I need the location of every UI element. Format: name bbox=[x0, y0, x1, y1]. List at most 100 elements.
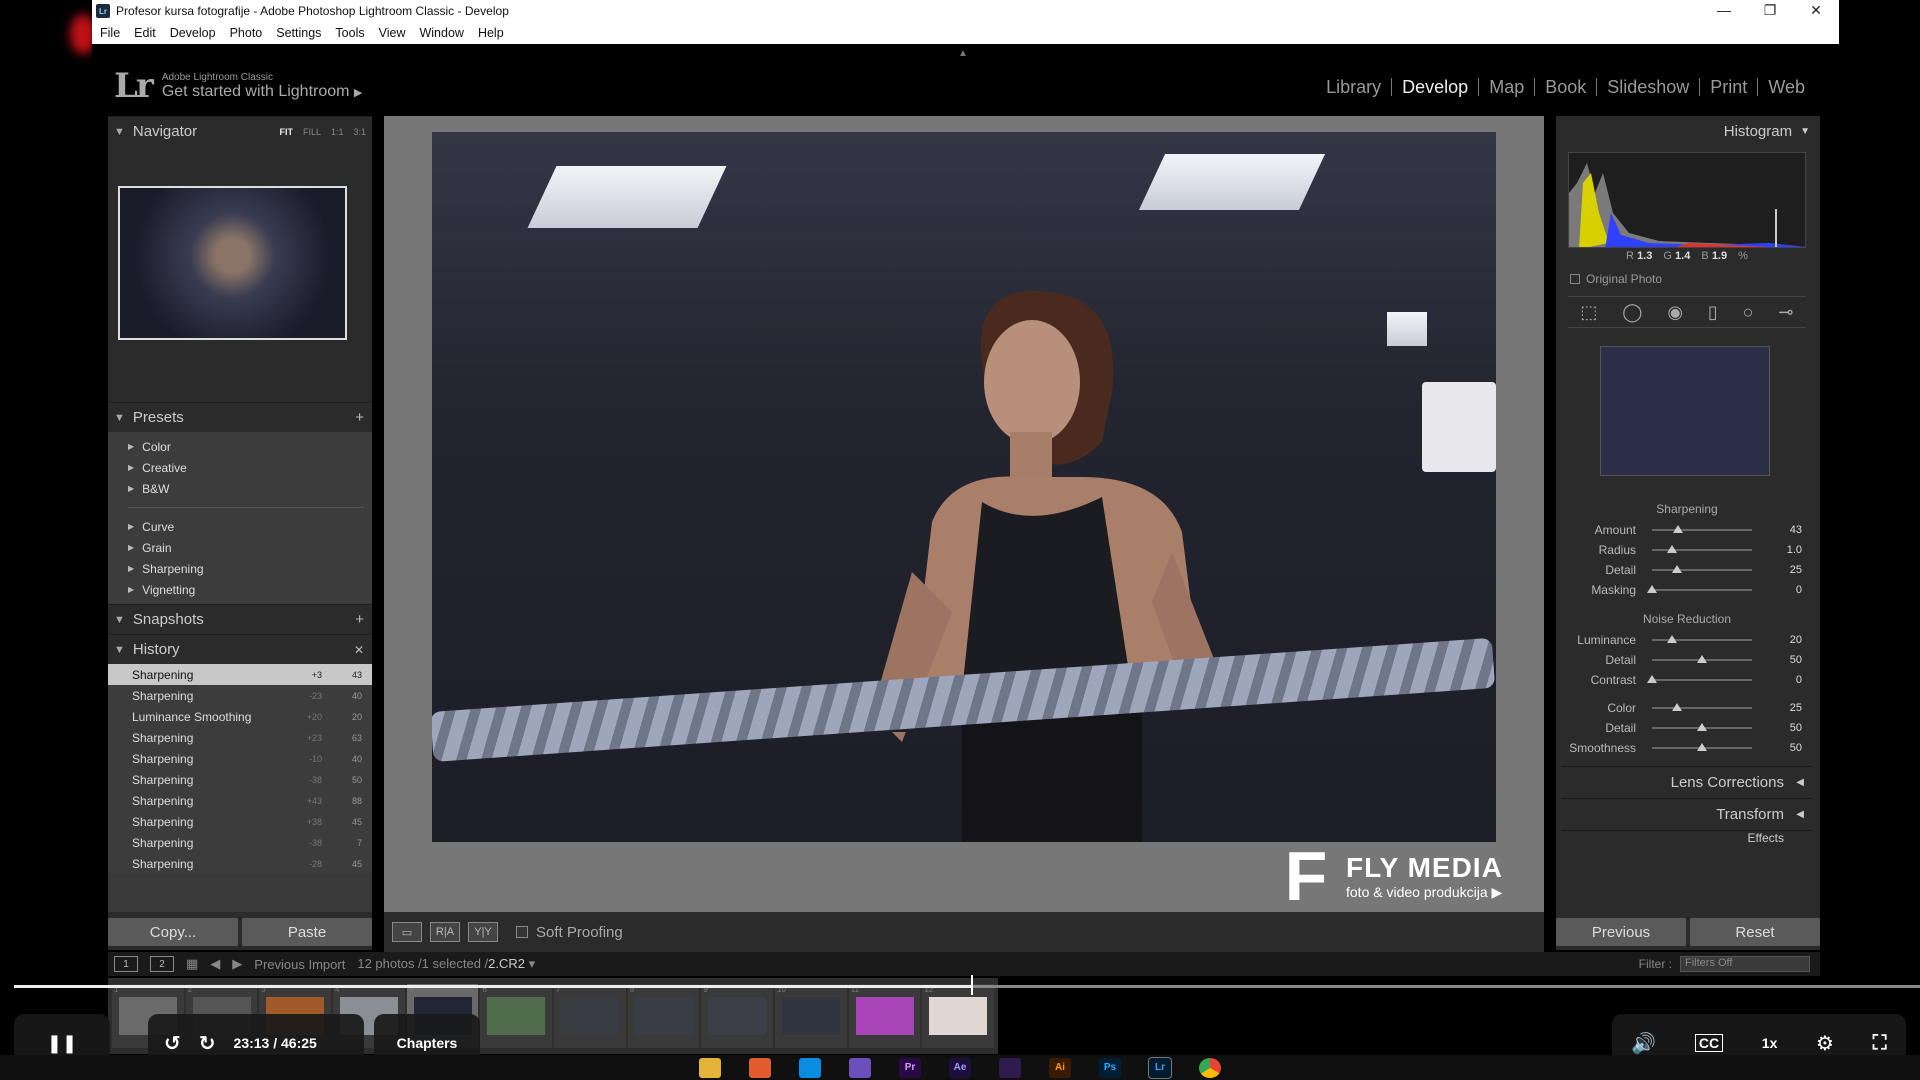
slider-track[interactable] bbox=[1652, 723, 1752, 731]
zoom-fit[interactable]: FIT bbox=[279, 127, 293, 137]
copy-settings-button[interactable]: Copy... bbox=[108, 918, 238, 946]
histogram-graph[interactable] bbox=[1568, 152, 1806, 248]
zoom-3-1[interactable]: 3:1 bbox=[353, 127, 366, 137]
zoom-fill[interactable]: FILL bbox=[303, 127, 321, 137]
top-panel-toggle-icon[interactable]: ▲ bbox=[958, 48, 968, 59]
slider-track[interactable] bbox=[1652, 545, 1752, 553]
slider-thumb[interactable] bbox=[1667, 635, 1677, 643]
slider-thumb[interactable] bbox=[1697, 655, 1707, 663]
history-header[interactable]: ▼ History ✕ bbox=[108, 634, 372, 664]
menu-photo[interactable]: Photo bbox=[230, 26, 263, 40]
transform-header[interactable]: Transform ◀ bbox=[1562, 798, 1812, 830]
lens-corrections-header[interactable]: Lens Corrections ◀ bbox=[1562, 766, 1812, 798]
filmstrip-thumbnail[interactable]: 6 bbox=[480, 984, 553, 1048]
snapshots-header[interactable]: ▼ Snapshots + bbox=[108, 604, 372, 634]
preset-group-vignetting[interactable]: ▶ Vignetting bbox=[108, 579, 372, 600]
fullscreen-icon[interactable]: ⛶ bbox=[1873, 1032, 1887, 1055]
module-web[interactable]: Web bbox=[1757, 78, 1815, 96]
slider-thumb[interactable] bbox=[1672, 565, 1682, 573]
zoom-1-1[interactable]: 1:1 bbox=[331, 127, 344, 137]
menu-develop[interactable]: Develop bbox=[170, 26, 216, 40]
slider-value[interactable]: 0 bbox=[1762, 584, 1802, 596]
filter-select[interactable]: Filters Off bbox=[1680, 956, 1810, 972]
skype-icon[interactable] bbox=[799, 1057, 821, 1078]
preset-group-sharpening[interactable]: ▶ Sharpening bbox=[108, 558, 372, 579]
brave-icon[interactable] bbox=[749, 1057, 771, 1078]
module-slideshow[interactable]: Slideshow bbox=[1596, 78, 1699, 96]
premiere-icon[interactable]: Pr bbox=[899, 1057, 921, 1078]
captions-icon[interactable]: CC bbox=[1694, 1034, 1724, 1052]
add-preset-icon[interactable]: + bbox=[355, 409, 364, 426]
slider-thumb[interactable] bbox=[1697, 723, 1707, 731]
spot-removal-icon[interactable]: ◯ bbox=[1622, 302, 1642, 323]
preset-group-creative[interactable]: ▶ Creative bbox=[108, 457, 372, 478]
filmstrip-thumbnail[interactable]: 9 bbox=[701, 984, 774, 1048]
slider-value[interactable]: 1.0 bbox=[1762, 544, 1802, 556]
clear-history-icon[interactable]: ✕ bbox=[354, 643, 364, 657]
grid-view-icon[interactable]: ▦ bbox=[186, 956, 198, 972]
slider-value[interactable]: 25 bbox=[1762, 564, 1802, 576]
previous-button[interactable]: Previous bbox=[1556, 918, 1686, 946]
add-snapshot-icon[interactable]: + bbox=[355, 611, 364, 628]
original-photo-checkbox[interactable] bbox=[1570, 274, 1580, 284]
slider-thumb[interactable] bbox=[1667, 545, 1677, 553]
slider-track[interactable] bbox=[1647, 585, 1752, 593]
preset-group-grain[interactable]: ▶ Grain bbox=[108, 537, 372, 558]
filmstrip-thumbnail[interactable]: 7 bbox=[554, 984, 626, 1048]
illustrator-icon[interactable]: Ai bbox=[1049, 1057, 1071, 1078]
preset-group-curve[interactable]: ▶ Curve bbox=[108, 516, 372, 537]
module-library[interactable]: Library bbox=[1316, 78, 1391, 96]
media-encoder-icon[interactable] bbox=[999, 1057, 1021, 1078]
module-print[interactable]: Print bbox=[1699, 78, 1757, 96]
module-develop[interactable]: Develop bbox=[1391, 78, 1478, 96]
preset-group-color[interactable]: ▶ Color bbox=[108, 436, 372, 457]
slider-value[interactable]: 20 bbox=[1762, 634, 1802, 646]
slider-track[interactable] bbox=[1652, 565, 1752, 573]
file-explorer-icon[interactable] bbox=[699, 1057, 721, 1078]
lightroom-taskbar-icon[interactable]: Lr bbox=[1148, 1056, 1172, 1079]
filmstrip-thumbnail[interactable]: 12 bbox=[922, 984, 995, 1048]
rewind-10-icon[interactable]: ↺ bbox=[164, 1031, 181, 1056]
radial-filter-icon[interactable]: ○ bbox=[1743, 302, 1754, 323]
playback-speed-button[interactable]: 1x bbox=[1762, 1035, 1778, 1051]
chrome-icon[interactable] bbox=[1199, 1057, 1221, 1078]
history-step[interactable]: Sharpening +3 43 bbox=[108, 664, 372, 685]
yy-view-button[interactable]: Y|Y bbox=[468, 922, 498, 942]
after-effects-icon[interactable]: Ae bbox=[949, 1057, 971, 1078]
menu-help[interactable]: Help bbox=[478, 26, 504, 40]
adjustment-brush-icon[interactable]: ⊸ bbox=[1778, 302, 1793, 323]
history-step[interactable]: Sharpening +23 63 bbox=[108, 727, 372, 748]
slider-value[interactable]: 0 bbox=[1762, 674, 1802, 686]
filmstrip-thumbnail[interactable]: 10 bbox=[775, 984, 847, 1048]
slider-thumb[interactable] bbox=[1647, 585, 1657, 593]
slider-value[interactable]: 50 bbox=[1762, 742, 1802, 754]
slider-track[interactable] bbox=[1652, 743, 1752, 751]
slider-thumb[interactable] bbox=[1697, 743, 1707, 751]
loupe-view-button[interactable]: ▭ bbox=[392, 922, 422, 942]
video-progress-bar[interactable] bbox=[14, 975, 1920, 995]
slider-thumb[interactable] bbox=[1647, 675, 1657, 683]
identity-plate[interactable]: Lr Adobe Lightroom Classic Get started w… bbox=[114, 66, 362, 106]
slider-track[interactable] bbox=[1652, 525, 1752, 533]
module-book[interactable]: Book bbox=[1534, 78, 1596, 96]
slider-thumb[interactable] bbox=[1673, 525, 1683, 533]
history-step[interactable]: Sharpening -38 50 bbox=[108, 769, 372, 790]
history-step[interactable]: Sharpening -23 40 bbox=[108, 685, 372, 706]
original-photo-toggle[interactable]: Original Photo bbox=[1570, 272, 1662, 286]
detail-preview-box[interactable] bbox=[1600, 346, 1770, 476]
history-step[interactable]: Sharpening +43 88 bbox=[108, 790, 372, 811]
history-step[interactable]: Luminance Smoothing +20 20 bbox=[108, 706, 372, 727]
viber-icon[interactable] bbox=[849, 1057, 871, 1078]
paste-settings-button[interactable]: Paste bbox=[242, 918, 372, 946]
slider-value[interactable]: 50 bbox=[1762, 722, 1802, 734]
main-window-button[interactable]: 1 bbox=[114, 956, 138, 972]
back-arrow-icon[interactable]: ◀ bbox=[210, 956, 220, 972]
preset-group-bw[interactable]: ▶ B&W bbox=[108, 478, 372, 499]
settings-gear-icon[interactable]: ⚙ bbox=[1816, 1031, 1834, 1056]
histogram-header[interactable]: Histogram ▼ bbox=[1556, 116, 1820, 146]
history-step[interactable]: Sharpening -38 7 bbox=[108, 832, 372, 853]
menu-window[interactable]: Window bbox=[419, 26, 463, 40]
red-eye-icon[interactable]: ◉ bbox=[1667, 302, 1683, 323]
minimize-button[interactable]: — bbox=[1701, 0, 1747, 22]
close-button[interactable]: ✕ bbox=[1793, 0, 1839, 22]
